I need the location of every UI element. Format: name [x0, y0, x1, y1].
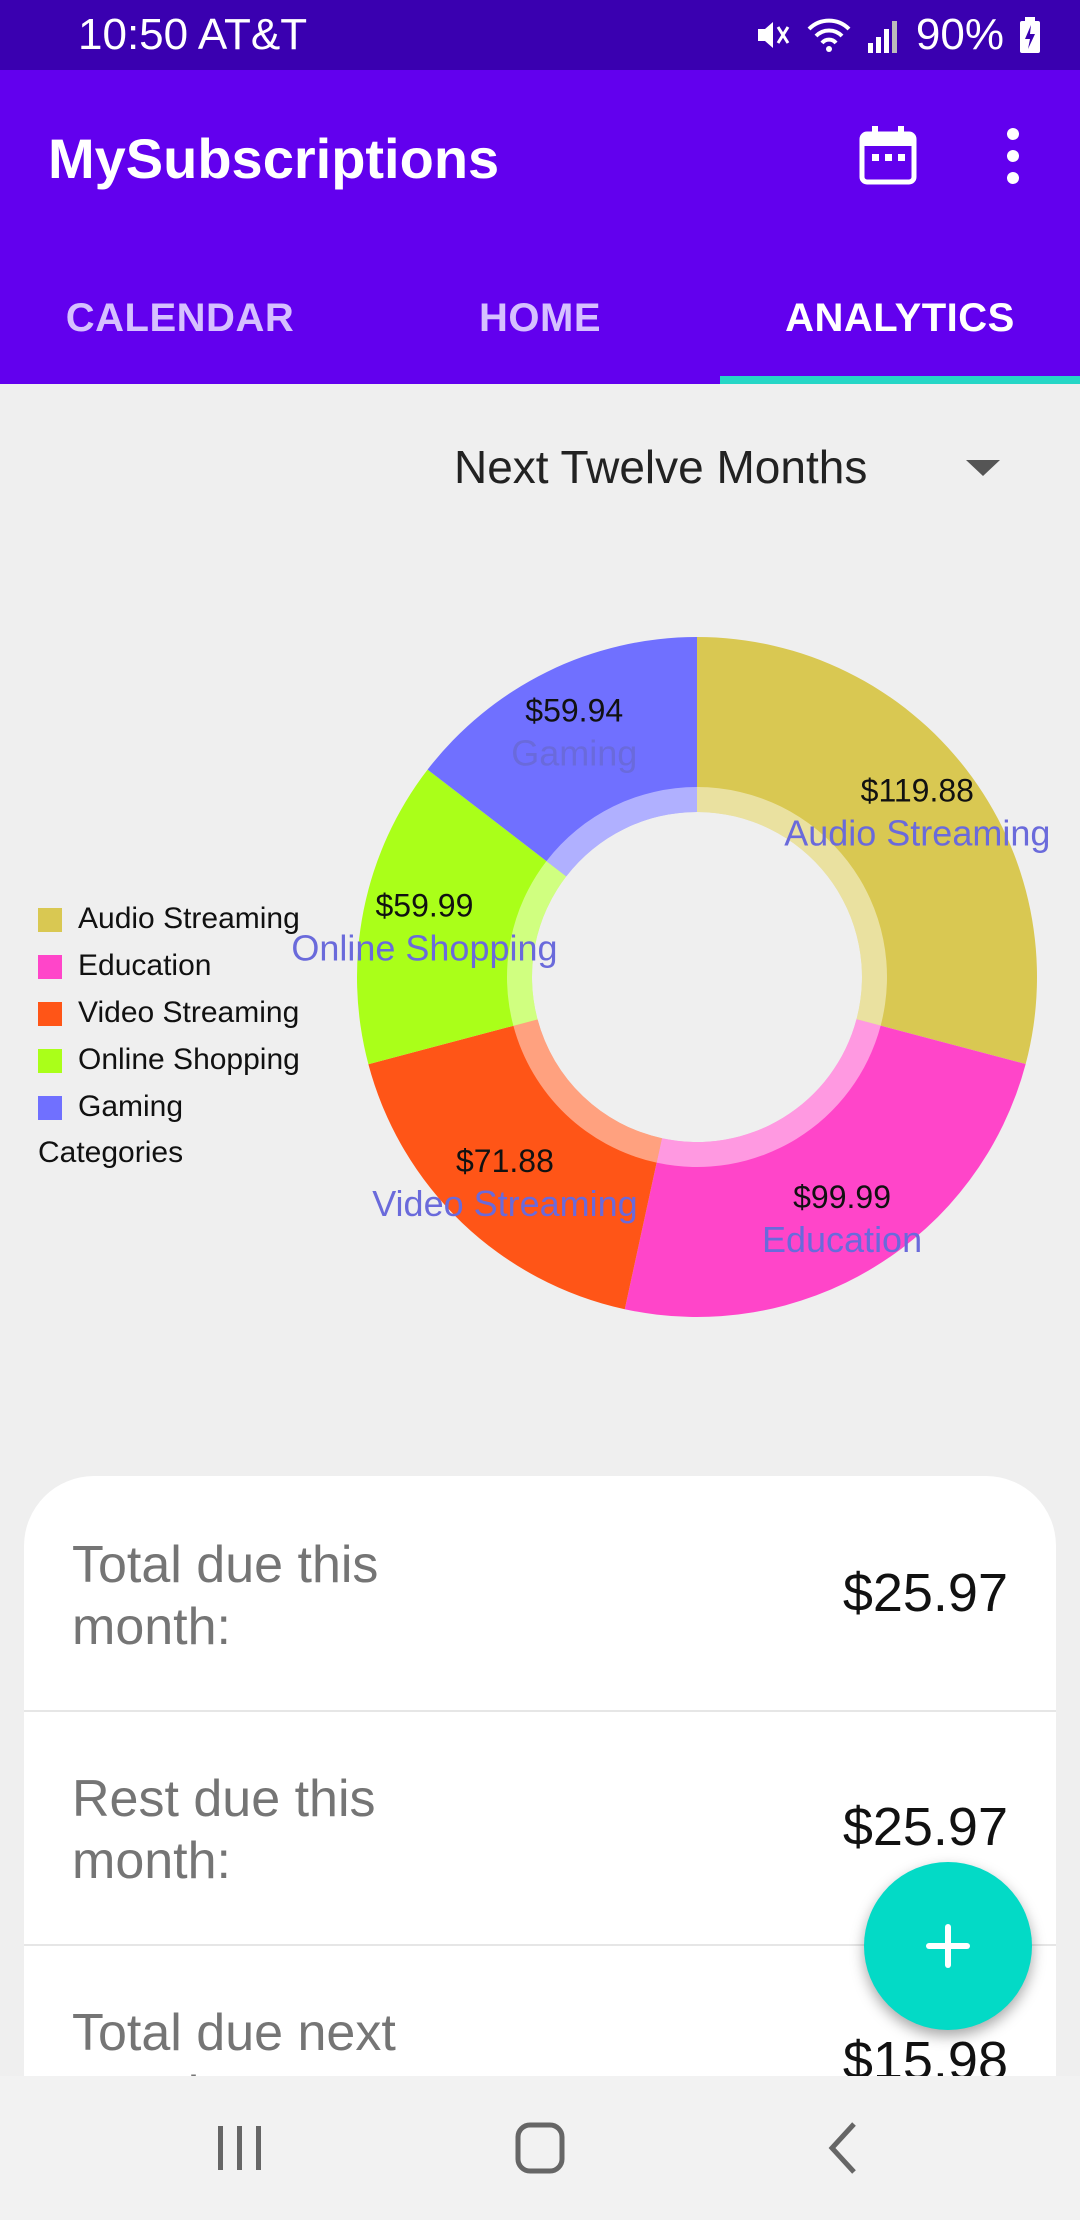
- summary-value: $15.98: [842, 2031, 1008, 2076]
- summary-row: Total due this month: $25.97: [24, 1476, 1056, 1712]
- summary-label: Total due next month:: [72, 2004, 396, 2076]
- back-icon[interactable]: [804, 2116, 884, 2180]
- tab-home[interactable]: HOME: [360, 288, 720, 384]
- status-bar: 10:50 AT&T 90%: [0, 0, 1080, 70]
- more-options-icon[interactable]: [990, 124, 1036, 188]
- recent-apps-icon[interactable]: [200, 2116, 280, 2180]
- battery-level: 90%: [915, 10, 1004, 59]
- app-bar: MySubscriptions CALENDAR HOME ANALYTICS: [0, 70, 1080, 384]
- summary-value: $25.97: [842, 1797, 1008, 1857]
- summary-label: Rest due this month:: [72, 1770, 376, 1890]
- slice-category-label: Online Shopping: [291, 927, 557, 968]
- mute-icon: [757, 22, 790, 48]
- slice-value-label: $59.94: [525, 693, 623, 729]
- status-time: 10:50 AT&T: [78, 10, 308, 59]
- status-icons: 90%: [752, 10, 1042, 60]
- tab-calendar[interactable]: CALENDAR: [0, 288, 360, 384]
- battery-icon: [1020, 17, 1040, 53]
- system-nav-bar: [0, 2076, 1080, 2220]
- summary-value: $25.97: [842, 1563, 1008, 1623]
- slice-value-label: $71.88: [456, 1143, 554, 1179]
- slice-category-label: Education: [762, 1219, 922, 1260]
- donut-slice: [624, 1019, 1026, 1317]
- app-title: MySubscriptions: [48, 127, 500, 190]
- slice-category-label: Gaming: [511, 733, 637, 774]
- slice-value-label: $59.99: [376, 887, 474, 923]
- home-icon[interactable]: [500, 2116, 580, 2180]
- tab-indicator: [720, 376, 1080, 384]
- wifi-icon: [807, 18, 851, 52]
- slice-value-label: $119.88: [861, 772, 974, 808]
- calendar-icon[interactable]: [856, 124, 920, 188]
- donut-chart: $119.88 Audio Streaming $99.99 Education $71…: [291, 637, 1050, 1317]
- slice-category-label: Audio Streaming: [784, 812, 1050, 853]
- add-subscription-button[interactable]: [864, 1862, 1032, 2030]
- dropdown-arrow-icon: [966, 460, 1000, 476]
- signal-icon: [867, 21, 897, 53]
- slice-category-label: Video Streaming: [372, 1183, 638, 1224]
- slice-value-label: $99.99: [793, 1179, 891, 1215]
- period-dropdown-value: Next Twelve Months: [454, 441, 868, 493]
- tab-analytics[interactable]: ANALYTICS: [720, 288, 1080, 384]
- summary-label: Total due this month:: [72, 1536, 379, 1656]
- period-dropdown[interactable]: Next Twelve Months: [440, 430, 1020, 510]
- plus-icon-stroke: [945, 1924, 951, 1968]
